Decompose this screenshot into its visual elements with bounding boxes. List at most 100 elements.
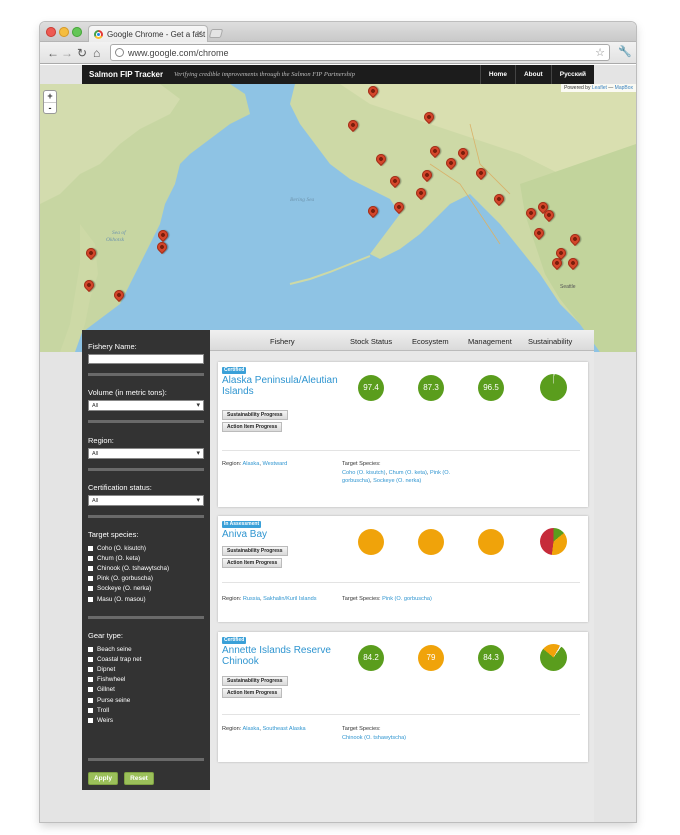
region-label: Region: bbox=[88, 436, 114, 445]
species-link[interactable]: Pink (O. gorbuscha) bbox=[382, 596, 432, 602]
region-link[interactable]: Westward bbox=[262, 461, 287, 467]
new-tab-button[interactable] bbox=[208, 29, 224, 38]
checkbox[interactable] bbox=[88, 687, 93, 693]
fishery-title[interactable]: Aniva Bay bbox=[222, 529, 352, 540]
region-link[interactable]: Southeast Alaska bbox=[262, 726, 305, 732]
gear-option[interactable]: Weirs bbox=[88, 715, 204, 725]
species-meta: Target Species: Pink (O. gorbuscha) bbox=[342, 595, 432, 604]
leaflet-link[interactable]: Leaflet bbox=[592, 85, 607, 91]
checkbox[interactable] bbox=[88, 707, 93, 713]
reload-icon[interactable]: ↻ bbox=[77, 45, 87, 61]
checkbox[interactable] bbox=[88, 576, 93, 582]
species-option[interactable]: Pink (O. gorbuscha) bbox=[88, 574, 204, 584]
sea-okhotsk-label-1: Sea of bbox=[112, 230, 126, 236]
gear-option[interactable]: Dipnet bbox=[88, 664, 204, 674]
site-header: Salmon FIP Tracker Verifying credible im… bbox=[82, 65, 594, 84]
gear-option-label: Purse seine bbox=[97, 696, 131, 704]
col-ecosystem[interactable]: Ecosystem bbox=[412, 337, 449, 346]
close-tab-icon[interactable]: ✕ bbox=[196, 29, 203, 38]
address-bar[interactable]: www.google.com/chrome ☆ bbox=[110, 44, 610, 61]
gear-option[interactable]: Purse seine bbox=[88, 695, 204, 705]
col-stock-status[interactable]: Stock Status bbox=[350, 337, 392, 346]
species-option-label: Coho (O. kisutch) bbox=[97, 544, 146, 552]
certification-select[interactable]: All bbox=[88, 495, 204, 506]
gear-option[interactable]: Troll bbox=[88, 705, 204, 715]
fishery-name-input[interactable] bbox=[88, 354, 204, 364]
results-header: Fishery Stock Status Ecosystem Managemen… bbox=[210, 330, 594, 351]
col-fishery[interactable]: Fishery bbox=[270, 337, 295, 346]
nav-home[interactable]: Home bbox=[479, 65, 515, 84]
species-link[interactable]: Sockeye (O. nerka) bbox=[373, 478, 421, 484]
gear-option-label: Weirs bbox=[97, 716, 113, 724]
col-sustainability[interactable]: Sustainability bbox=[528, 337, 572, 346]
checkbox[interactable] bbox=[88, 555, 93, 561]
browser-tab[interactable]: Google Chrome - Get a fast ✕ bbox=[88, 25, 208, 42]
gear-option[interactable]: Coastal trap net bbox=[88, 654, 204, 664]
zoom-out-button[interactable]: - bbox=[44, 102, 56, 113]
col-management[interactable]: Management bbox=[468, 337, 512, 346]
region-select[interactable]: All bbox=[88, 448, 204, 459]
minimize-window-button[interactable] bbox=[59, 27, 69, 37]
sustainability-pie[interactable] bbox=[540, 374, 567, 401]
checkbox[interactable] bbox=[88, 666, 93, 672]
reset-button[interactable]: Reset bbox=[124, 772, 154, 785]
species-link[interactable]: Chinook (O. tshawytscha) bbox=[342, 735, 406, 741]
map[interactable]: Bering Sea Sea of Okhotsk Seattle + - Po… bbox=[40, 84, 636, 352]
action-item-progress-button[interactable]: Action Item Progress bbox=[222, 558, 283, 568]
action-item-progress-button[interactable]: Action Item Progress bbox=[222, 422, 283, 432]
map-attribution: Powered by Leaflet — MapBox bbox=[561, 84, 636, 92]
close-window-button[interactable] bbox=[46, 27, 56, 37]
species-option[interactable]: Sockeye (O. nerka) bbox=[88, 584, 204, 594]
fishery-title[interactable]: Alaska Peninsula/Aleutian Islands bbox=[222, 375, 352, 397]
maximize-window-button[interactable] bbox=[72, 27, 82, 37]
checkbox[interactable] bbox=[88, 677, 93, 683]
bookmark-star-icon[interactable]: ☆ bbox=[595, 46, 605, 59]
checkbox[interactable] bbox=[88, 586, 93, 592]
sustainability-pie[interactable] bbox=[540, 528, 567, 555]
back-arrow-icon[interactable]: ← bbox=[47, 45, 59, 61]
checkbox[interactable] bbox=[88, 596, 93, 602]
gear-option[interactable]: Gillnet bbox=[88, 685, 204, 695]
gear-option-label: Coastal trap net bbox=[97, 655, 142, 663]
mapbox-link[interactable]: MapBox bbox=[615, 85, 633, 91]
species-option[interactable]: Coho (O. kisutch) bbox=[88, 543, 204, 553]
region-link[interactable]: Alaska bbox=[243, 726, 260, 732]
forward-arrow-icon[interactable]: → bbox=[61, 45, 73, 61]
sea-okhotsk-label-2: Okhotsk bbox=[106, 237, 125, 243]
gear-option[interactable]: Fishwheel bbox=[88, 675, 204, 685]
species-link[interactable]: Chum (O. keta) bbox=[389, 470, 427, 476]
checkbox[interactable] bbox=[88, 646, 93, 652]
zoom-in-button[interactable]: + bbox=[44, 91, 56, 102]
checkbox[interactable] bbox=[88, 717, 93, 723]
checkbox[interactable] bbox=[88, 545, 93, 551]
gear-option[interactable]: Beach seine bbox=[88, 644, 204, 654]
region-link[interactable]: Sakhalin/Kuril Islands bbox=[263, 596, 316, 602]
nav-russian[interactable]: Русский bbox=[550, 65, 594, 84]
ecosystem-score bbox=[418, 529, 444, 555]
action-item-progress-button[interactable]: Action Item Progress bbox=[222, 688, 283, 698]
apply-button[interactable]: Apply bbox=[88, 772, 118, 785]
fishery-title[interactable]: Annette Islands Reserve Chinook bbox=[222, 645, 352, 667]
wrench-icon[interactable]: 🔧 bbox=[618, 45, 632, 58]
stock-status-score bbox=[358, 529, 384, 555]
sustainability-progress-button[interactable]: Sustainability Progress bbox=[222, 410, 288, 420]
checkbox[interactable] bbox=[88, 697, 93, 703]
browser-toolbar: ← → ↻ ⌂ www.google.com/chrome ☆ 🔧 bbox=[40, 42, 636, 64]
checkbox[interactable] bbox=[88, 656, 93, 662]
home-icon[interactable]: ⌂ bbox=[93, 45, 100, 61]
species-option[interactable]: Chum (O. keta) bbox=[88, 553, 204, 563]
nav-about[interactable]: About bbox=[514, 65, 551, 84]
species-option[interactable]: Masu (O. masou) bbox=[88, 594, 204, 604]
checkbox[interactable] bbox=[88, 565, 93, 571]
species-link[interactable]: Coho (O. kisutch) bbox=[342, 470, 386, 476]
region-link[interactable]: Alaska bbox=[243, 461, 260, 467]
volume-select[interactable]: All bbox=[88, 400, 204, 411]
region-link[interactable]: Russia bbox=[243, 596, 260, 602]
divider bbox=[88, 420, 204, 423]
species-option[interactable]: Chinook (O. tshawytscha) bbox=[88, 563, 204, 573]
seattle-label: Seattle bbox=[560, 284, 576, 290]
sustainability-progress-button[interactable]: Sustainability Progress bbox=[222, 546, 288, 556]
sustainability-progress-button[interactable]: Sustainability Progress bbox=[222, 676, 288, 686]
sustainability-pie[interactable] bbox=[540, 644, 567, 671]
site-brand[interactable]: Salmon FIP Tracker bbox=[89, 70, 163, 79]
